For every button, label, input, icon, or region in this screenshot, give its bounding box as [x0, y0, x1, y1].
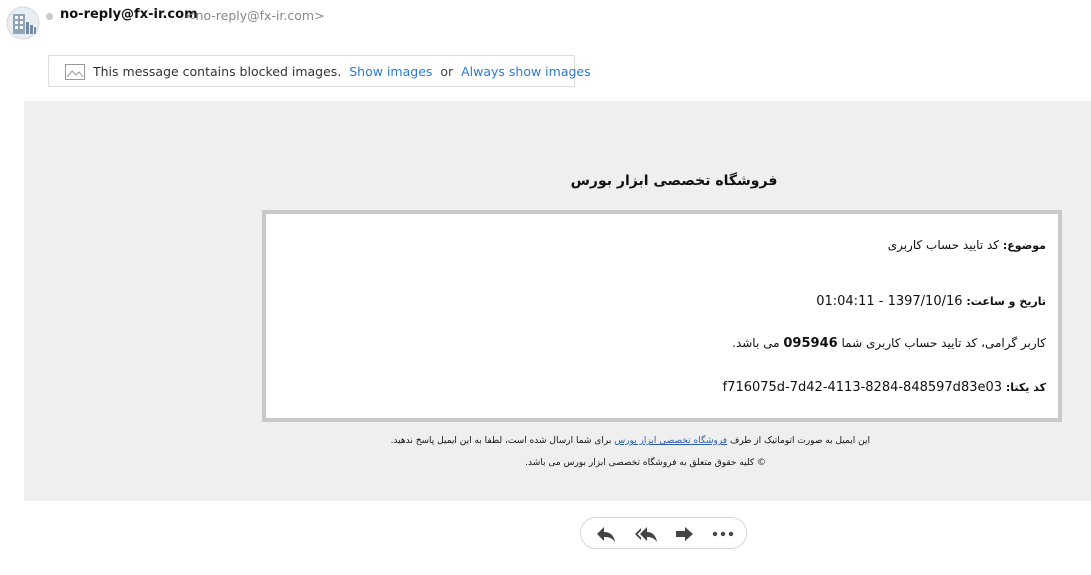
store-title: فروشگاه تخصصی ابزار بورس — [570, 173, 778, 189]
sender-email: <no-reply@fx-ir.com> — [185, 8, 325, 23]
presence-status-dot — [46, 13, 53, 20]
message-before: کاربر گرامی، کد تایید حساب کاربری شما — [841, 336, 1047, 350]
blocked-images-message: This message contains blocked images. — [93, 64, 342, 79]
message-after: می باشد. — [732, 336, 780, 350]
forward-icon — [676, 527, 693, 541]
reply-icon — [597, 527, 615, 542]
subject-label: موضوع: — [1002, 239, 1046, 252]
unique-code-value: f716075d-7d42-4113-8284-848597d83e03 — [722, 380, 1003, 395]
message-row: کاربر گرامی، کد تایید حساب کاربری شما 09… — [732, 336, 1046, 351]
reply-all-button[interactable] — [634, 524, 657, 544]
message-actions-bar — [580, 517, 747, 549]
forward-button[interactable] — [674, 524, 696, 544]
more-options-button[interactable] — [711, 524, 734, 544]
copyright-notice: © کلیه حقوق متعلق به فروشگاه تخصصی ابزار… — [525, 458, 766, 468]
email-content-box: موضوع: کد تایید حساب کاربری تاریخ و ساعت… — [262, 210, 1062, 422]
footer-text-before: این ایمیل به صورت اتوماتیک از طرف — [729, 436, 870, 446]
always-show-images-link[interactable]: Always show images — [461, 64, 591, 79]
datetime-value: 1397/10/16 - 01:04:11 — [816, 294, 963, 309]
footer-text-after: برای شما ارسال شده است، لطفا به این ایمی… — [390, 436, 612, 446]
reply-all-icon — [635, 527, 657, 542]
show-images-link[interactable]: Show images — [349, 64, 432, 79]
unique-code-label: کد یکتا: — [1005, 381, 1046, 394]
image-placeholder-icon — [65, 64, 85, 80]
sender-avatar[interactable] — [6, 6, 40, 40]
datetime-label: تاریخ و ساعت: — [966, 295, 1046, 308]
store-link[interactable]: فروشگاه تخصصی ابزار بورس — [614, 436, 727, 446]
blocked-images-text: This message contains blocked images. Sh… — [93, 64, 591, 79]
more-icon — [712, 531, 734, 537]
sender-name[interactable]: no-reply@fx-ir.com — [60, 7, 198, 22]
email-body: فروشگاه تخصصی ابزار بورس موضوع: کد تایید… — [24, 101, 1091, 501]
footer-notice: این ایمیل به صورت اتوماتیک از طرف فروشگا… — [324, 436, 870, 446]
verification-code: 095946 — [783, 336, 838, 351]
subject-row: موضوع: کد تایید حساب کاربری — [888, 238, 1046, 252]
message-header: no-reply@fx-ir.com <no-reply@fx-ir.com> — [0, 0, 1091, 46]
or-text: or — [440, 64, 454, 79]
unique-code-row: کد یکتا: f716075d-7d42-4113-8284-848597d… — [723, 380, 1046, 395]
reply-button[interactable] — [595, 524, 617, 544]
building-icon — [6, 6, 40, 40]
subject-value: کد تایید حساب کاربری — [887, 238, 1000, 252]
blocked-images-banner: This message contains blocked images. Sh… — [48, 55, 591, 87]
datetime-row: تاریخ و ساعت: 1397/10/16 - 01:04:11 — [816, 294, 1046, 309]
